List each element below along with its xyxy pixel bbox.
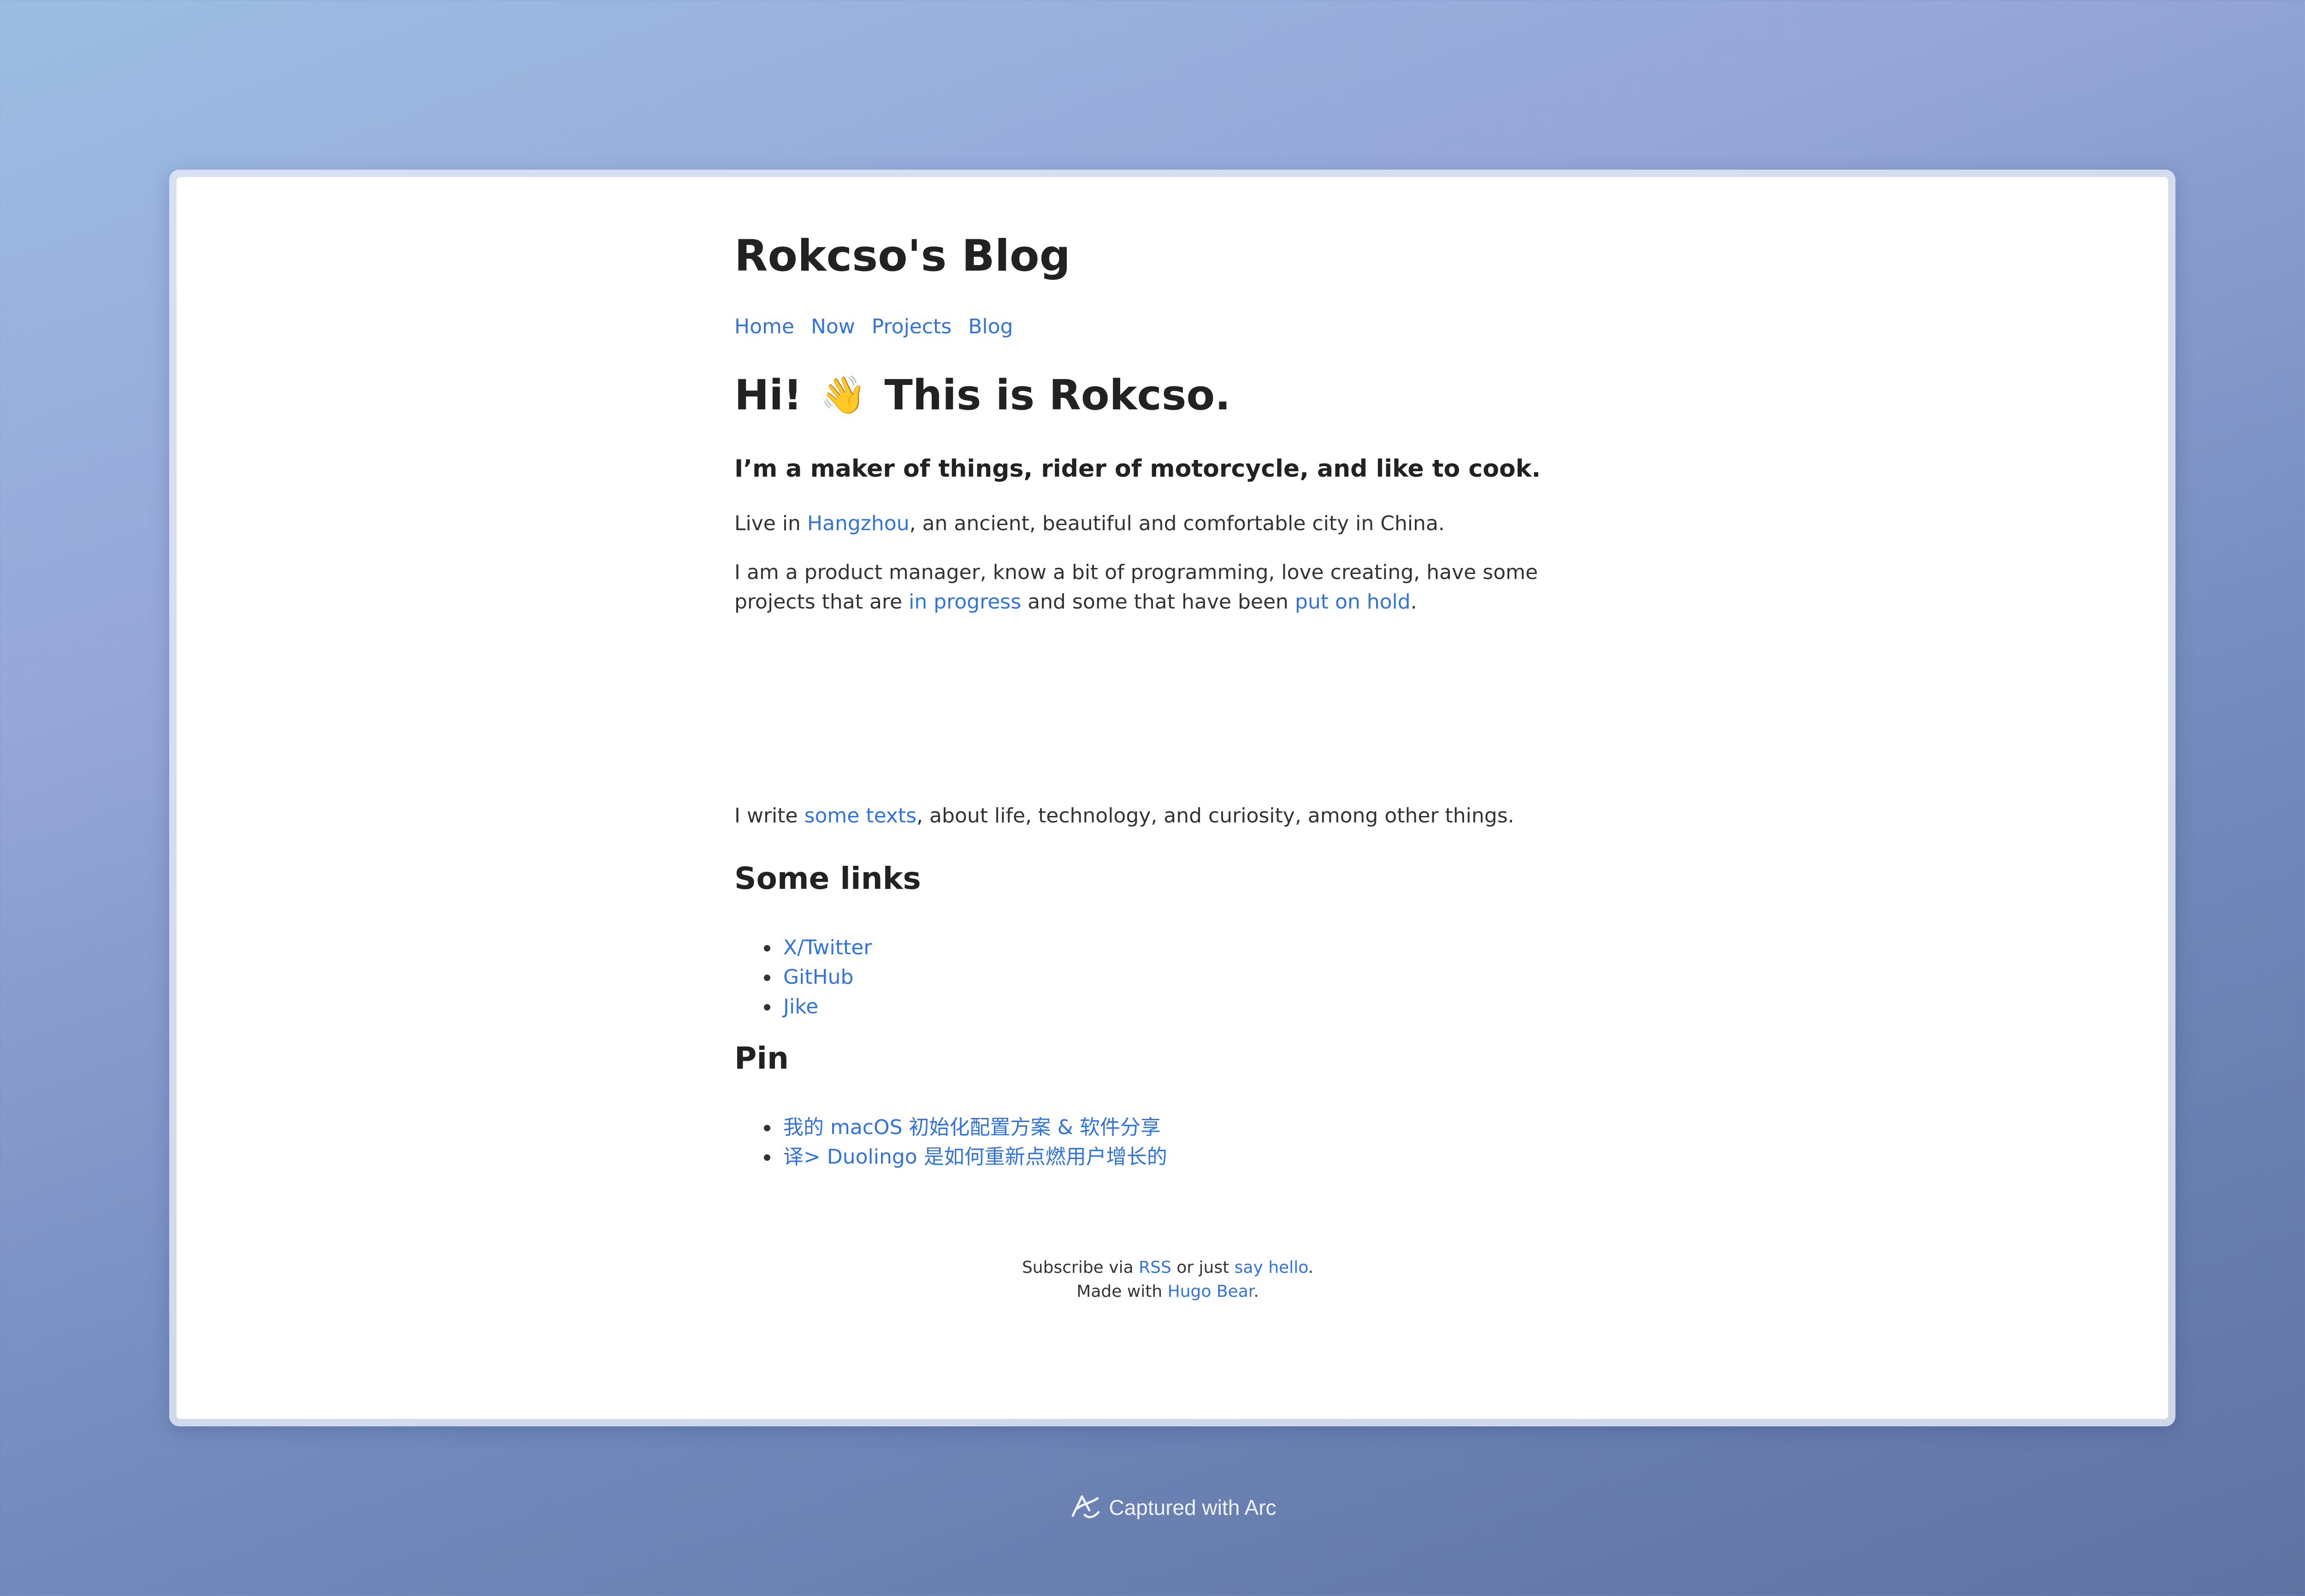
about-work-paragraph: I am a product manager, know a bit of pr…: [734, 558, 1601, 617]
footer-subscribe-prefix: Subscribe via: [1022, 1258, 1139, 1277]
some-links-heading: Some links: [734, 861, 921, 896]
list-item: 我的 macOS 初始化配置方案 & 软件分享: [734, 1113, 1167, 1142]
waving-hand-icon: 👋: [820, 373, 867, 416]
list-item: 译> Duolingo 是如何重新点燃用户增长的: [734, 1142, 1167, 1172]
hero-greeting: Hi!: [734, 371, 803, 420]
nav-home-link[interactable]: Home: [734, 315, 794, 338]
footer-subscribe-middle: or just: [1171, 1258, 1235, 1277]
nav-projects-link[interactable]: Projects: [872, 315, 952, 338]
top-nav: Home Now Projects Blog: [734, 313, 1030, 340]
github-link[interactable]: GitHub: [783, 965, 853, 989]
list-item: Jike: [734, 992, 872, 1022]
about-location-prefix: Live in: [734, 512, 807, 535]
footer-subscribe-suffix: .: [1308, 1258, 1314, 1277]
pin-post-duolingo-link[interactable]: 译> Duolingo 是如何重新点燃用户增长的: [783, 1145, 1167, 1169]
about-writing-paragraph: I write some texts, about life, technolo…: [734, 801, 1514, 831]
list-item: GitHub: [734, 963, 872, 992]
footer-subscribe-line: Subscribe via RSS or just say hello.: [734, 1256, 1601, 1280]
nav-now-link[interactable]: Now: [811, 315, 855, 338]
about-work-suffix: .: [1410, 590, 1417, 614]
in-progress-link[interactable]: in progress: [909, 590, 1021, 614]
twitter-link[interactable]: X/Twitter: [783, 936, 872, 959]
put-on-hold-link[interactable]: put on hold: [1295, 590, 1411, 614]
about-writing-prefix: I write: [734, 804, 804, 828]
hugo-bear-link[interactable]: Hugo Bear: [1168, 1282, 1254, 1301]
footer-made-with-prefix: Made with: [1076, 1282, 1168, 1301]
hangzhou-link[interactable]: Hangzhou: [807, 512, 910, 535]
browser-window-frame: Rokcso's Blog Home Now Projects Blog Hi! 👋 …: [169, 170, 2175, 1426]
pin-heading: Pin: [734, 1040, 789, 1076]
about-location-paragraph: Live in Hangzhou, an ancient, beautiful …: [734, 509, 1445, 538]
tagline: I’m a maker of things, rider of motorcyc…: [734, 455, 1541, 483]
say-hello-link[interactable]: say hello: [1235, 1258, 1308, 1277]
site-title[interactable]: Rokcso's Blog: [734, 231, 1070, 281]
page-footer: Subscribe via RSS or just say hello. Mad…: [734, 1256, 1601, 1304]
hero-title: This is Rokcso.: [884, 371, 1231, 420]
arc-logo-icon: [1069, 1492, 1102, 1526]
some-links-list: X/Twitter GitHub Jike: [734, 933, 872, 1022]
about-writing-suffix: , about life, technology, and curiosity,…: [916, 804, 1514, 828]
hero-heading: Hi! 👋 This is Rokcso.: [734, 371, 1230, 420]
about-location-suffix: , an ancient, beautiful and comfortable …: [909, 512, 1445, 535]
list-item: X/Twitter: [734, 933, 872, 963]
about-work-middle: and some that have been: [1021, 590, 1295, 614]
footer-made-with-line: Made with Hugo Bear.: [734, 1280, 1601, 1304]
pin-list: 我的 macOS 初始化配置方案 & 软件分享 译> Duolingo 是如何重…: [734, 1113, 1167, 1172]
web-page: Rokcso's Blog Home Now Projects Blog Hi! 👋 …: [177, 177, 2168, 1419]
captured-with-arc-label: Captured with Arc: [1109, 1496, 1277, 1519]
pin-post-macos-link[interactable]: 我的 macOS 初始化配置方案 & 软件分享: [783, 1116, 1161, 1139]
jike-link[interactable]: Jike: [783, 995, 818, 1018]
some-texts-link[interactable]: some texts: [804, 804, 917, 828]
footer-made-with-suffix: .: [1253, 1282, 1259, 1301]
rss-link[interactable]: RSS: [1139, 1258, 1171, 1277]
nav-blog-link[interactable]: Blog: [968, 315, 1013, 338]
captured-with-arc-badge: Captured with Arc: [0, 1492, 2305, 1526]
